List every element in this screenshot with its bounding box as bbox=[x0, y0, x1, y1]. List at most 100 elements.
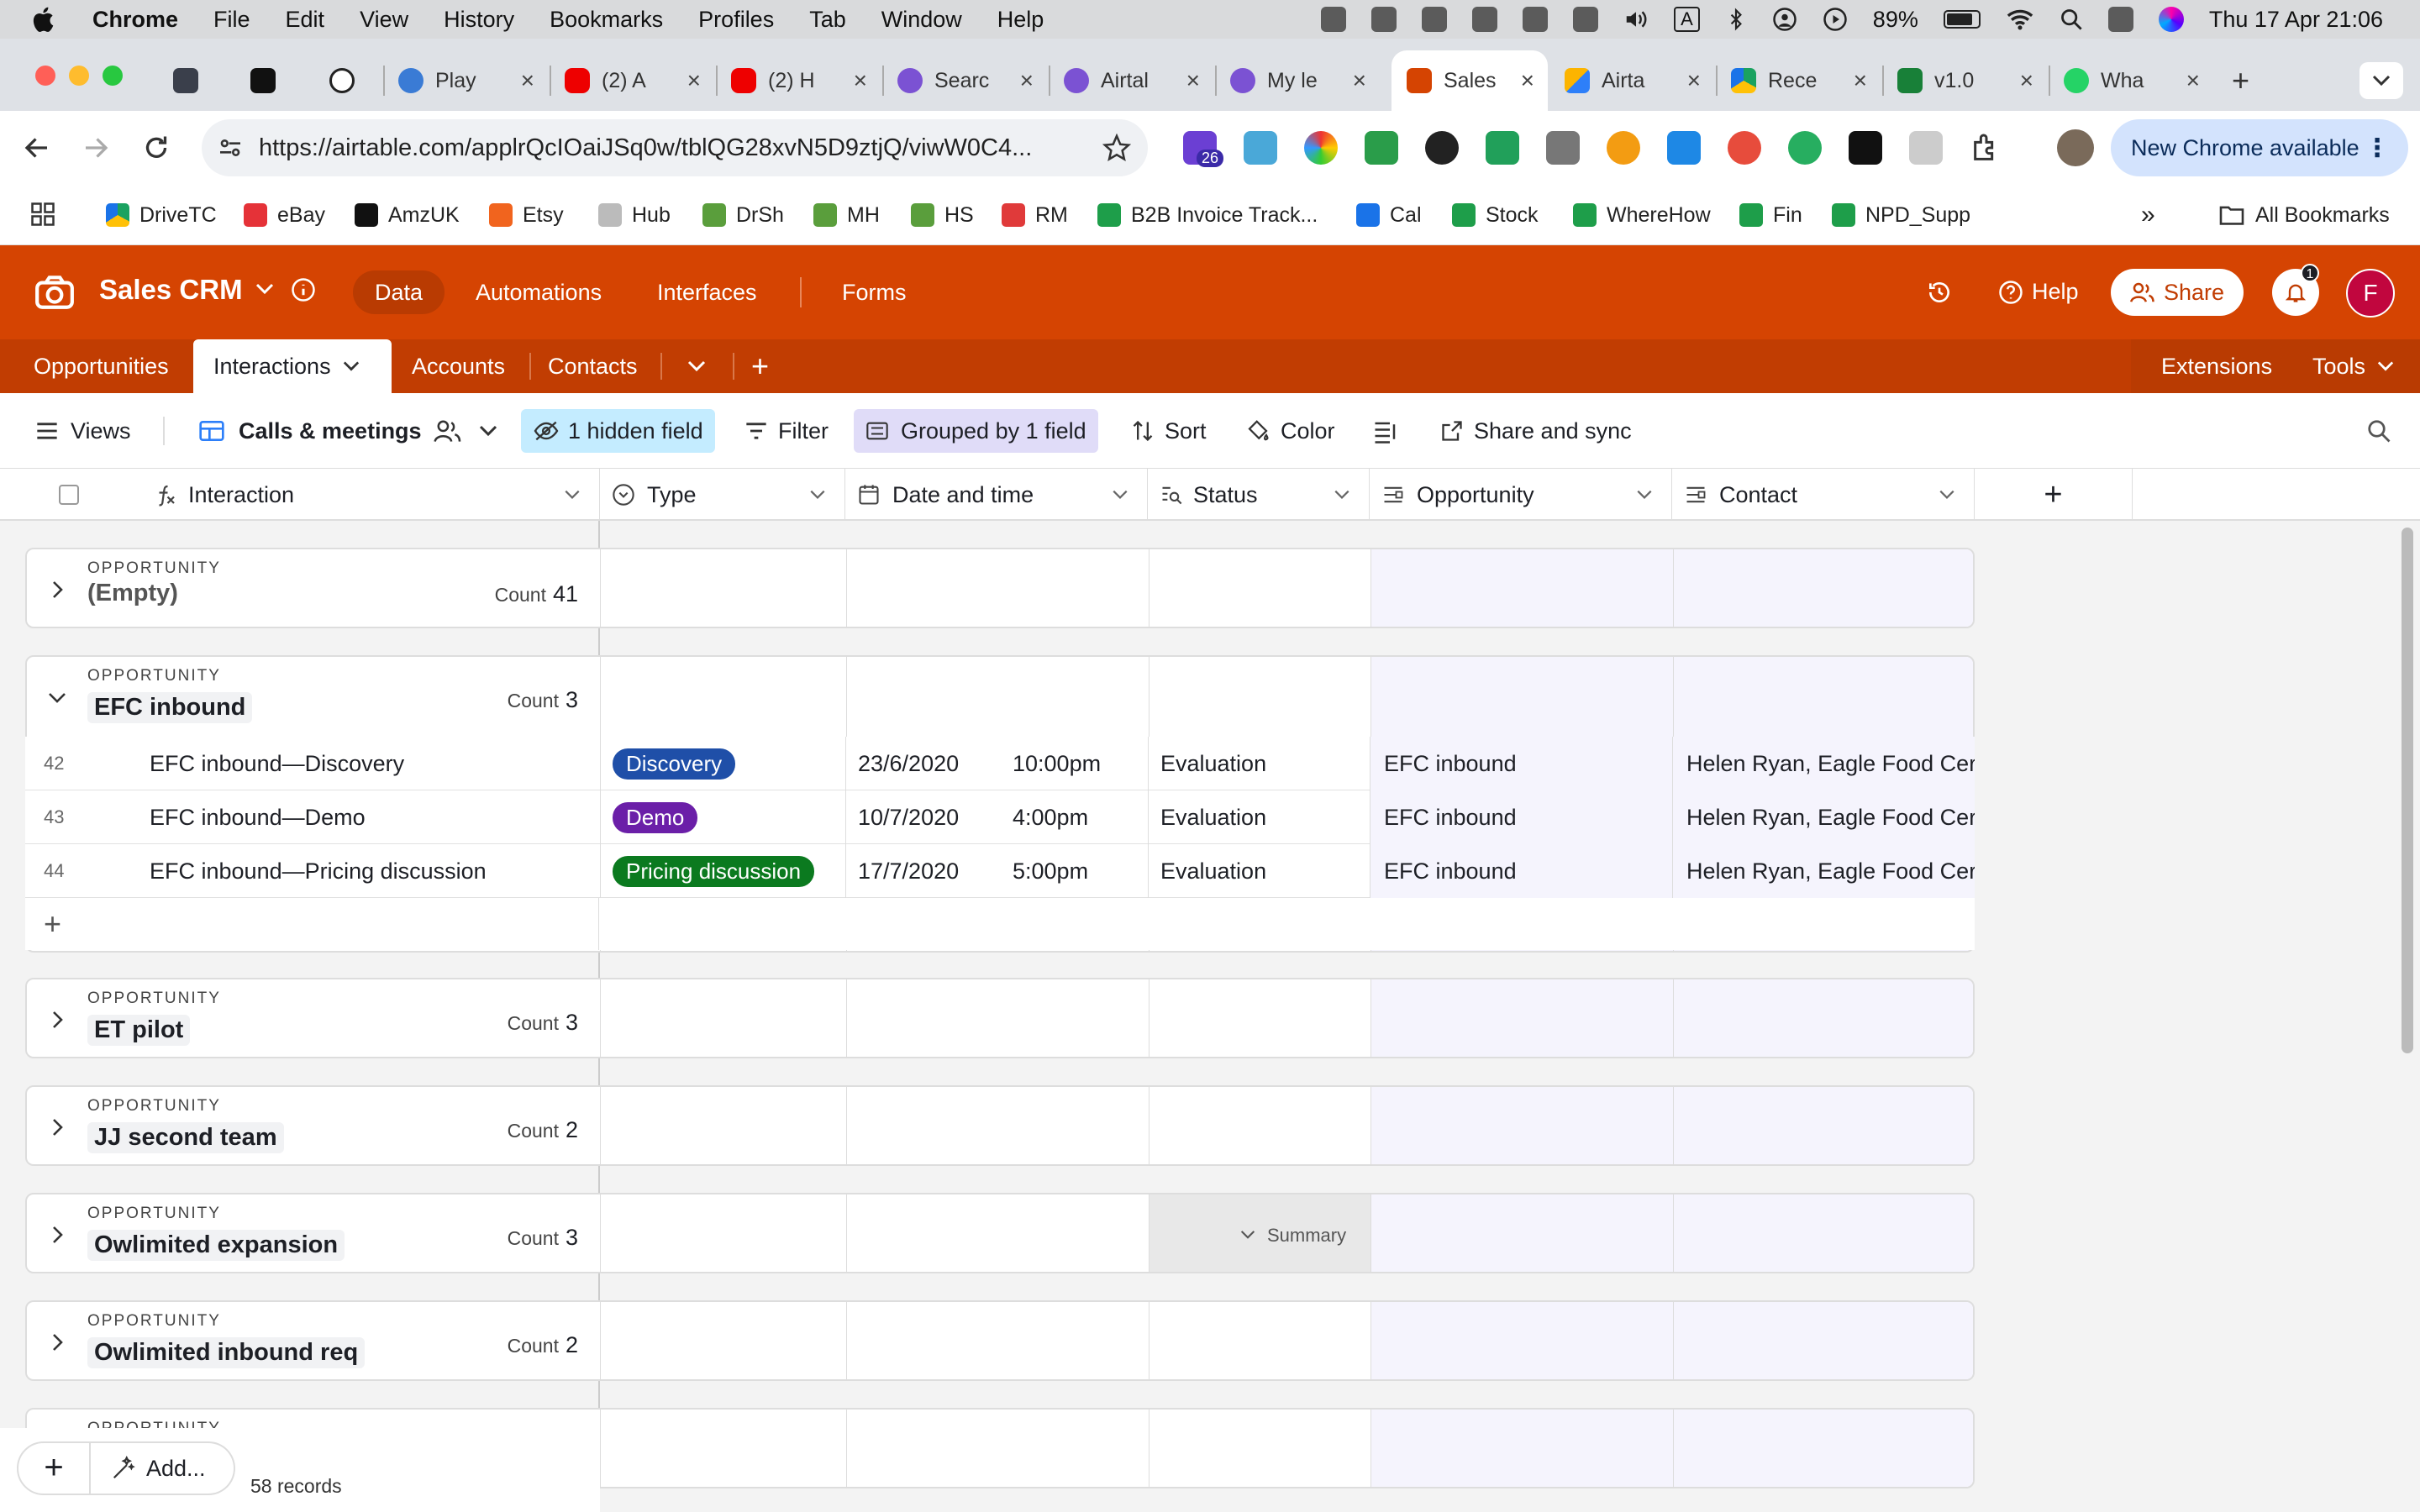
siri-icon[interactable] bbox=[2158, 7, 2184, 32]
browser-tab[interactable] bbox=[329, 50, 390, 111]
cell-date-time[interactable]: 17/7/2020 5:00pm bbox=[845, 844, 1148, 898]
color-button[interactable]: Color bbox=[1234, 409, 1347, 453]
scan-icon[interactable] bbox=[1422, 7, 1448, 32]
nav-forms[interactable]: Forms bbox=[820, 270, 929, 314]
add-record-button[interactable]: + bbox=[17, 1441, 91, 1495]
base-name[interactable]: Sales CRM bbox=[99, 274, 243, 306]
column-header-opportunity[interactable]: Opportunity bbox=[1370, 469, 1672, 521]
cell-opportunity[interactable]: EFC inbound bbox=[1370, 844, 1672, 898]
select-all-checkbox[interactable] bbox=[59, 485, 79, 505]
bookmark-star-icon[interactable] bbox=[1102, 134, 1131, 162]
add-field-icon[interactable]: + bbox=[1975, 469, 2133, 521]
vertical-scrollbar[interactable] bbox=[2402, 528, 2413, 1053]
sort-button[interactable]: Sort bbox=[1119, 409, 1218, 453]
filter-button[interactable]: Filter bbox=[733, 409, 840, 453]
browser-tab[interactable]: (2) H × bbox=[731, 50, 881, 111]
views-button[interactable]: Views bbox=[24, 409, 143, 453]
cell-status[interactable]: Evaluation bbox=[1148, 790, 1370, 844]
menubar-datetime[interactable]: Thu 17 Apr 21:06 bbox=[2209, 7, 2383, 33]
table-row[interactable]: 42 EFC inbound—Discovery Discovery 23/6/… bbox=[25, 737, 1975, 790]
extension-icon[interactable] bbox=[1425, 131, 1459, 165]
tab-search-icon[interactable] bbox=[2360, 62, 2403, 99]
browser-tab[interactable]: Searc × bbox=[897, 50, 1047, 111]
extensions-button[interactable]: Extensions bbox=[2161, 339, 2272, 393]
close-tab-icon[interactable]: × bbox=[2186, 67, 2200, 94]
extension-icon[interactable] bbox=[1546, 131, 1580, 165]
chevron-down-icon[interactable] bbox=[343, 360, 360, 372]
view-switcher[interactable]: Calls & meetings bbox=[187, 409, 509, 453]
chevron-down-icon[interactable] bbox=[1636, 490, 1653, 500]
browser-tab[interactable]: Play × bbox=[398, 50, 548, 111]
chevron-right-icon[interactable] bbox=[47, 580, 67, 600]
chevron-down-icon[interactable] bbox=[1334, 490, 1350, 500]
user-icon[interactable] bbox=[1772, 7, 1797, 32]
summary-cell[interactable]: Summary bbox=[1150, 1194, 1371, 1272]
input-source-icon[interactable]: A bbox=[1674, 7, 1700, 32]
close-tab-icon[interactable]: × bbox=[854, 67, 867, 94]
add-table-icon[interactable]: + bbox=[751, 339, 769, 393]
chevron-right-icon[interactable] bbox=[47, 1225, 67, 1245]
add-record-icon[interactable]: + bbox=[44, 906, 61, 942]
row-height-icon[interactable] bbox=[1373, 420, 1398, 444]
control-center-icon[interactable] bbox=[2107, 7, 2133, 32]
browser-tab[interactable]: Airtal × bbox=[1064, 50, 1213, 111]
chevron-down-icon[interactable] bbox=[1939, 490, 1955, 500]
extension-icon[interactable] bbox=[1788, 131, 1822, 165]
cell-date-time[interactable]: 23/6/2020 10:00pm bbox=[845, 737, 1148, 790]
extension-icon[interactable] bbox=[1365, 131, 1398, 165]
close-tab-icon[interactable]: × bbox=[1186, 67, 1200, 94]
wifi-icon[interactable] bbox=[2006, 7, 2034, 32]
notifications-button[interactable]: 1 bbox=[2272, 264, 2319, 316]
forward-icon[interactable] bbox=[81, 133, 111, 163]
cell-contact[interactable]: Helen Ryan, Eagle Food Cer bbox=[1672, 790, 1975, 844]
tab-opportunities[interactable]: Opportunities bbox=[34, 339, 169, 393]
menu-window[interactable]: Window bbox=[881, 7, 962, 33]
table-row[interactable]: 44 EFC inbound—Pricing discussion Pricin… bbox=[25, 844, 1975, 898]
cell-opportunity[interactable]: EFC inbound bbox=[1370, 737, 1672, 790]
share-sync-button[interactable]: Share and sync bbox=[1428, 409, 1644, 453]
extension-icon[interactable] bbox=[1728, 131, 1761, 165]
nav-automations[interactable]: Automations bbox=[454, 270, 623, 314]
minimize-window-icon[interactable] bbox=[69, 66, 89, 86]
cell-status[interactable]: Evaluation bbox=[1148, 737, 1370, 790]
nav-interfaces[interactable]: Interfaces bbox=[635, 270, 779, 314]
chevron-down-icon[interactable] bbox=[1112, 490, 1128, 500]
browser-tab[interactable]: v1.0 × bbox=[1897, 50, 2047, 111]
cell-type[interactable]: Discovery bbox=[600, 737, 845, 790]
bookmark-item[interactable]: Cal bbox=[1356, 198, 1422, 232]
evernote-icon[interactable] bbox=[1321, 7, 1347, 32]
search-icon[interactable] bbox=[2366, 418, 2391, 444]
close-tab-icon[interactable]: × bbox=[521, 67, 534, 94]
user-avatar[interactable]: F bbox=[2346, 269, 2395, 318]
group-header[interactable]: OPPORTUNITY ET pilot Count 3 bbox=[25, 978, 1975, 1058]
bookmark-item[interactable]: AmzUK bbox=[355, 198, 460, 232]
bookmark-item[interactable]: WhereHow bbox=[1573, 198, 1711, 232]
browser-tab[interactable]: (2) A × bbox=[565, 50, 714, 111]
add-menu-button[interactable]: Add... bbox=[91, 1441, 235, 1495]
close-tab-icon[interactable]: × bbox=[1353, 67, 1366, 94]
add-row[interactable]: + bbox=[25, 898, 1975, 950]
close-tab-icon[interactable]: × bbox=[2020, 67, 2033, 94]
column-header-date-time[interactable]: Date and time bbox=[845, 469, 1148, 521]
menu-file[interactable]: File bbox=[213, 7, 250, 33]
browser-tab[interactable] bbox=[250, 50, 311, 111]
all-tables-chevron-icon[interactable] bbox=[687, 360, 706, 372]
group-header[interactable]: OPPORTUNITY (Empty) Count 41 bbox=[25, 548, 1975, 628]
more-vert-icon[interactable]: ⋮ bbox=[2365, 134, 2390, 163]
bluetooth-icon[interactable] bbox=[1725, 7, 1747, 32]
display-icon[interactable] bbox=[1523, 7, 1549, 32]
tab-accounts[interactable]: Accounts bbox=[412, 339, 505, 393]
bookmark-item[interactable]: MH bbox=[813, 198, 880, 232]
column-header-status[interactable]: Status bbox=[1148, 469, 1370, 521]
group-header[interactable]: OPPORTUNITY Owlimited inbound req Count 2 bbox=[25, 1300, 1975, 1381]
chevron-down-icon[interactable] bbox=[809, 490, 826, 500]
bookmark-item[interactable]: eBay bbox=[244, 198, 325, 232]
menu-profiles[interactable]: Profiles bbox=[698, 7, 774, 33]
base-icon[interactable] bbox=[34, 272, 76, 311]
tab-contacts[interactable]: Contacts bbox=[548, 339, 638, 393]
bookmark-item[interactable]: DrSh bbox=[702, 198, 784, 232]
bookmark-item[interactable]: DriveTC bbox=[106, 198, 217, 232]
profile-avatar[interactable] bbox=[2057, 129, 2094, 166]
browser-tab[interactable]: Rece × bbox=[1731, 50, 1881, 111]
battery-icon[interactable] bbox=[1943, 10, 1981, 29]
